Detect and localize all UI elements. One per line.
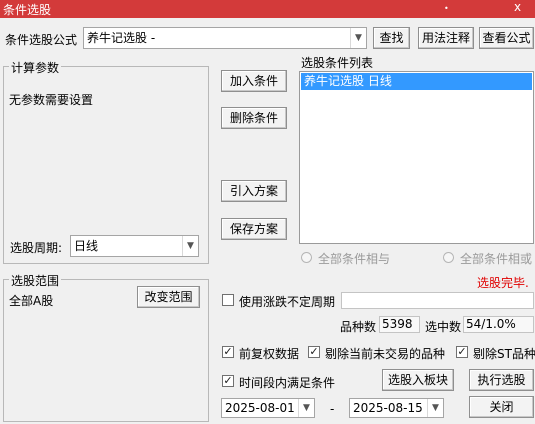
exclude-untraded-checkbox[interactable]: ✓ bbox=[308, 346, 320, 358]
count-label: 品种数 bbox=[340, 320, 377, 334]
formula-label: 条件选股公式 bbox=[5, 33, 78, 47]
usage-button[interactable]: 用法注释 bbox=[418, 27, 474, 49]
window-title: 条件选股 bbox=[3, 3, 52, 17]
period-option-field[interactable] bbox=[341, 292, 534, 309]
params-legend: 计算参数 bbox=[9, 59, 62, 76]
close-icon[interactable]: x bbox=[514, 0, 521, 14]
end-date-value: 2025-08-15 bbox=[353, 401, 423, 415]
change-scope-button[interactable]: 改变范围 bbox=[137, 286, 200, 308]
adjust-label: 前复权数据 bbox=[239, 347, 300, 361]
hit-value: 54/1.0% bbox=[463, 316, 534, 333]
save-plan-button[interactable]: 保存方案 bbox=[221, 218, 287, 240]
to-block-button[interactable]: 选股入板块 bbox=[382, 369, 454, 391]
start-date[interactable]: 2025-08-01 ▼ bbox=[221, 398, 315, 418]
chevron-down-icon[interactable]: ▼ bbox=[298, 399, 314, 417]
exclude-st-checkbox[interactable]: ✓ bbox=[456, 346, 468, 358]
period-option-label: 使用涨跌不定周期 bbox=[239, 295, 336, 309]
run-button[interactable]: 执行选股 bbox=[469, 369, 534, 391]
adjust-checkbox[interactable]: ✓ bbox=[222, 346, 234, 358]
time-range-checkbox[interactable]: ✓ bbox=[222, 375, 234, 387]
view-formula-button[interactable]: 查看公式 bbox=[479, 27, 534, 49]
dot-icon: • bbox=[444, 4, 449, 13]
start-date-value: 2025-08-01 bbox=[225, 401, 295, 415]
radio-or[interactable] bbox=[443, 252, 454, 263]
period-value: 日线 bbox=[74, 239, 99, 253]
chevron-down-icon[interactable]: ▼ bbox=[427, 399, 443, 417]
add-condition-button[interactable]: 加入条件 bbox=[221, 70, 287, 92]
radio-and[interactable] bbox=[301, 252, 312, 263]
period-select[interactable]: 日线 ▼ bbox=[70, 235, 199, 257]
find-button[interactable]: 查找 bbox=[373, 27, 410, 49]
import-plan-button[interactable]: 引入方案 bbox=[221, 180, 287, 202]
close-button[interactable]: 关闭 bbox=[469, 396, 534, 418]
params-text: 无参数需要设置 bbox=[9, 93, 94, 107]
end-date[interactable]: 2025-08-15 ▼ bbox=[349, 398, 444, 418]
period-checkbox[interactable] bbox=[222, 294, 234, 306]
exclude-untraded-label: 剔除当前未交易的品种 bbox=[325, 347, 446, 361]
date-separator: - bbox=[330, 402, 335, 416]
scope-legend: 选股范围 bbox=[9, 272, 62, 289]
radio-and-label: 全部条件相与 bbox=[318, 252, 391, 266]
formula-value: 养牛记选股 - bbox=[87, 31, 156, 45]
condition-list-label: 选股条件列表 bbox=[301, 56, 374, 70]
status-text: 选股完毕. bbox=[477, 276, 529, 290]
count-value: 5398 bbox=[379, 316, 420, 333]
remove-condition-button[interactable]: 删除条件 bbox=[221, 107, 287, 129]
list-item[interactable]: 养牛记选股 日线 bbox=[301, 73, 532, 90]
chevron-down-icon[interactable]: ▼ bbox=[350, 28, 366, 48]
formula-select[interactable]: 养牛记选股 - ▼ bbox=[83, 27, 367, 49]
hit-label: 选中数 bbox=[425, 320, 462, 334]
time-range-label: 时间段内满足条件 bbox=[239, 376, 336, 390]
exclude-st-label: 剔除ST品种 bbox=[473, 347, 535, 361]
title-bar: 条件选股 • x bbox=[0, 0, 535, 18]
scope-value: 全部A股 bbox=[9, 294, 54, 308]
period-label: 选股周期: bbox=[10, 241, 63, 255]
radio-or-label: 全部条件相或 bbox=[460, 252, 533, 266]
condition-list[interactable]: 养牛记选股 日线 bbox=[299, 71, 534, 244]
chevron-down-icon[interactable]: ▼ bbox=[182, 236, 198, 256]
